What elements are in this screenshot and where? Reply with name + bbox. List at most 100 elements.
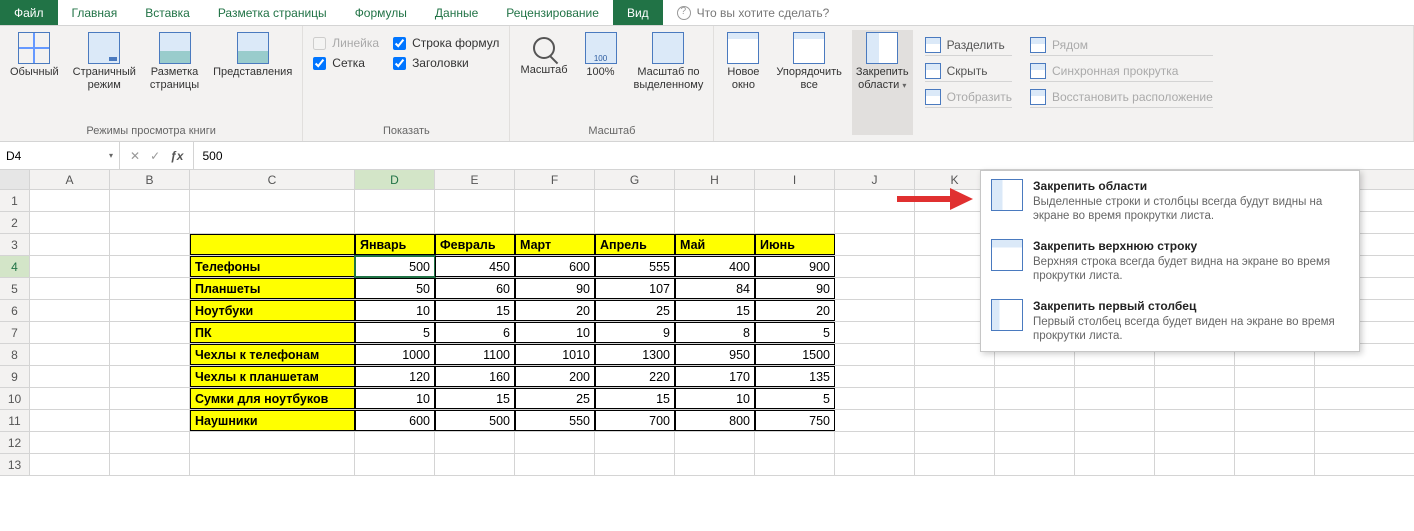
cell-C5[interactable]: Планшеты — [190, 278, 355, 299]
cell-G13[interactable] — [595, 454, 675, 475]
cell-E7[interactable]: 6 — [435, 322, 515, 343]
cell-O13[interactable] — [1235, 454, 1315, 475]
cell-H10[interactable]: 10 — [675, 388, 755, 409]
cell-I1[interactable] — [755, 190, 835, 211]
row-header-11[interactable]: 11 — [0, 410, 30, 431]
cell-A8[interactable] — [30, 344, 110, 365]
cell-K9[interactable] — [915, 366, 995, 387]
gridlines-checkbox[interactable]: Сетка — [313, 56, 379, 70]
cell-G9[interactable]: 220 — [595, 366, 675, 387]
col-header-C[interactable]: C — [190, 170, 355, 189]
cell-B12[interactable] — [110, 432, 190, 453]
cell-A2[interactable] — [30, 212, 110, 233]
cell-F9[interactable]: 200 — [515, 366, 595, 387]
cell-C4[interactable]: Телефоны — [190, 256, 355, 277]
cell-B1[interactable] — [110, 190, 190, 211]
tab-insert[interactable]: Вставка — [131, 0, 204, 25]
cell-K13[interactable] — [915, 454, 995, 475]
cell-B3[interactable] — [110, 234, 190, 255]
cell-I5[interactable]: 90 — [755, 278, 835, 299]
new-window-button[interactable]: Новое окно — [720, 30, 766, 135]
tab-home[interactable]: Главная — [58, 0, 132, 25]
cell-C11[interactable]: Наушники — [190, 410, 355, 431]
cell-E2[interactable] — [435, 212, 515, 233]
cell-O9[interactable] — [1235, 366, 1315, 387]
cell-B13[interactable] — [110, 454, 190, 475]
cell-F1[interactable] — [515, 190, 595, 211]
name-box-input[interactable] — [6, 149, 109, 163]
cell-E4[interactable]: 450 — [435, 256, 515, 277]
tab-pagelayout[interactable]: Разметка страницы — [204, 0, 341, 25]
cell-D6[interactable]: 10 — [355, 300, 435, 321]
cell-H7[interactable]: 8 — [675, 322, 755, 343]
cell-H11[interactable]: 800 — [675, 410, 755, 431]
cell-H1[interactable] — [675, 190, 755, 211]
cell-G12[interactable] — [595, 432, 675, 453]
cell-H9[interactable]: 170 — [675, 366, 755, 387]
cell-B11[interactable] — [110, 410, 190, 431]
cell-G4[interactable]: 555 — [595, 256, 675, 277]
cell-L11[interactable] — [995, 410, 1075, 431]
cell-I3[interactable]: Июнь — [755, 234, 835, 255]
cell-K11[interactable] — [915, 410, 995, 431]
cell-J2[interactable] — [835, 212, 915, 233]
cell-A5[interactable] — [30, 278, 110, 299]
col-header-E[interactable]: E — [435, 170, 515, 189]
cell-I13[interactable] — [755, 454, 835, 475]
unhide-button[interactable]: Отобразить — [925, 86, 1012, 108]
fx-icon[interactable]: ƒx — [170, 149, 183, 163]
row-header-7[interactable]: 7 — [0, 322, 30, 343]
cell-M9[interactable] — [1075, 366, 1155, 387]
row-header-4[interactable]: 4 — [0, 256, 30, 277]
cell-C7[interactable]: ПК — [190, 322, 355, 343]
cell-N12[interactable] — [1155, 432, 1235, 453]
cell-I10[interactable]: 5 — [755, 388, 835, 409]
cell-G8[interactable]: 1300 — [595, 344, 675, 365]
cell-H2[interactable] — [675, 212, 755, 233]
row-header-13[interactable]: 13 — [0, 454, 30, 475]
cell-J4[interactable] — [835, 256, 915, 277]
name-box[interactable]: ▾ — [0, 142, 120, 169]
cell-D12[interactable] — [355, 432, 435, 453]
cell-G2[interactable] — [595, 212, 675, 233]
cell-J7[interactable] — [835, 322, 915, 343]
cell-A10[interactable] — [30, 388, 110, 409]
row-header-8[interactable]: 8 — [0, 344, 30, 365]
cell-J8[interactable] — [835, 344, 915, 365]
col-header-F[interactable]: F — [515, 170, 595, 189]
cell-O12[interactable] — [1235, 432, 1315, 453]
cell-O10[interactable] — [1235, 388, 1315, 409]
row-header-5[interactable]: 5 — [0, 278, 30, 299]
cell-F8[interactable]: 1010 — [515, 344, 595, 365]
cell-J5[interactable] — [835, 278, 915, 299]
cell-E3[interactable]: Февраль — [435, 234, 515, 255]
pagelayout-view-button[interactable]: Разметка страницы — [146, 30, 203, 123]
cell-C13[interactable] — [190, 454, 355, 475]
cell-B6[interactable] — [110, 300, 190, 321]
selectall-corner[interactable] — [0, 170, 30, 189]
cell-F7[interactable]: 10 — [515, 322, 595, 343]
reset-pos-button[interactable]: Восстановить расположение — [1030, 86, 1213, 108]
cell-I6[interactable]: 20 — [755, 300, 835, 321]
cell-L13[interactable] — [995, 454, 1075, 475]
cell-G11[interactable]: 700 — [595, 410, 675, 431]
cell-F3[interactable]: Март — [515, 234, 595, 255]
freeze-panes-button[interactable]: Закрепить области ▾ — [852, 30, 913, 135]
cell-E6[interactable]: 15 — [435, 300, 515, 321]
headings-checkbox[interactable]: Заголовки — [393, 56, 499, 70]
cell-F11[interactable]: 550 — [515, 410, 595, 431]
cell-D3[interactable]: Январь — [355, 234, 435, 255]
cell-I9[interactable]: 135 — [755, 366, 835, 387]
cell-N9[interactable] — [1155, 366, 1235, 387]
col-header-D[interactable]: D — [355, 170, 435, 189]
arrange-all-button[interactable]: Упорядочить все — [772, 30, 845, 135]
cell-G7[interactable]: 9 — [595, 322, 675, 343]
col-header-A[interactable]: A — [30, 170, 110, 189]
cell-M10[interactable] — [1075, 388, 1155, 409]
cell-K12[interactable] — [915, 432, 995, 453]
cell-G1[interactable] — [595, 190, 675, 211]
cell-G10[interactable]: 15 — [595, 388, 675, 409]
cell-A4[interactable] — [30, 256, 110, 277]
cell-B2[interactable] — [110, 212, 190, 233]
cell-D1[interactable] — [355, 190, 435, 211]
